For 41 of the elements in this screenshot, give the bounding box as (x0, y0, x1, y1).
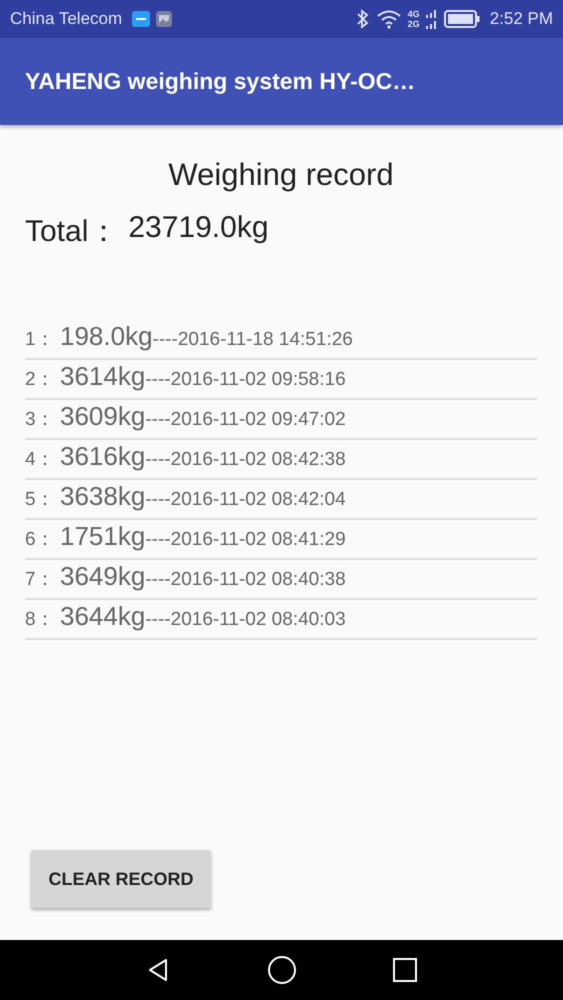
record-index: 4： (25, 448, 56, 472)
record-timestamp: ----2016-11-18 14:51:26 (152, 329, 353, 351)
network-type-label: 4G (408, 9, 420, 19)
record-timestamp: ----2016-11-02 08:40:03 (145, 609, 346, 631)
total-value: 23719.0kg (128, 211, 269, 246)
record-index: 2： (25, 368, 56, 392)
record-weight: 3644kg (60, 601, 146, 632)
record-index: 6： (25, 528, 56, 552)
record-weight: 198.0kg (60, 321, 153, 352)
clear-record-button[interactable]: CLEAR RECORD (31, 850, 211, 908)
record-weight: 1751kg (60, 521, 146, 552)
record-index: 1： (25, 328, 56, 352)
record-timestamp: ----2016-11-02 09:58:16 (145, 369, 346, 391)
record-timestamp: ----2016-11-02 08:40:38 (145, 569, 346, 591)
total-label: Total： (25, 214, 118, 250)
page-heading: Weighing record (167, 157, 395, 193)
record-timestamp: ----2016-11-02 08:42:38 (145, 449, 346, 471)
network-type-label: 2G (408, 19, 420, 29)
record-index: 7： (25, 568, 56, 592)
recent-apps-icon[interactable] (392, 957, 418, 983)
record-timestamp: ----2016-11-02 09:47:02 (145, 409, 346, 431)
record-timestamp: ----2016-11-02 08:42:04 (145, 489, 346, 511)
record-weight: 3614kg (60, 361, 146, 392)
wifi-icon (376, 9, 402, 29)
record-index: 8： (25, 608, 56, 632)
record-weight: 3638kg (60, 481, 146, 512)
signal-icon (426, 8, 438, 30)
record-weight: 3649kg (60, 561, 146, 592)
home-icon[interactable] (266, 955, 296, 985)
battery-icon (444, 10, 480, 28)
record-weight: 3609kg (60, 401, 146, 432)
record-index: 5： (25, 488, 56, 512)
record-timestamp: ----2016-11-02 08:41:29 (145, 529, 346, 551)
record-index: 3： (25, 408, 56, 432)
clock-time: 2:52 PM (490, 9, 553, 29)
app-title: YAHENG weighing system HY-OC… (25, 68, 416, 95)
image-icon (156, 11, 172, 27)
bluetooth-icon (356, 9, 370, 29)
app-notification-icon (132, 11, 150, 27)
carrier-name: China Telecom (10, 9, 122, 29)
record-weight: 3616kg (60, 441, 146, 472)
